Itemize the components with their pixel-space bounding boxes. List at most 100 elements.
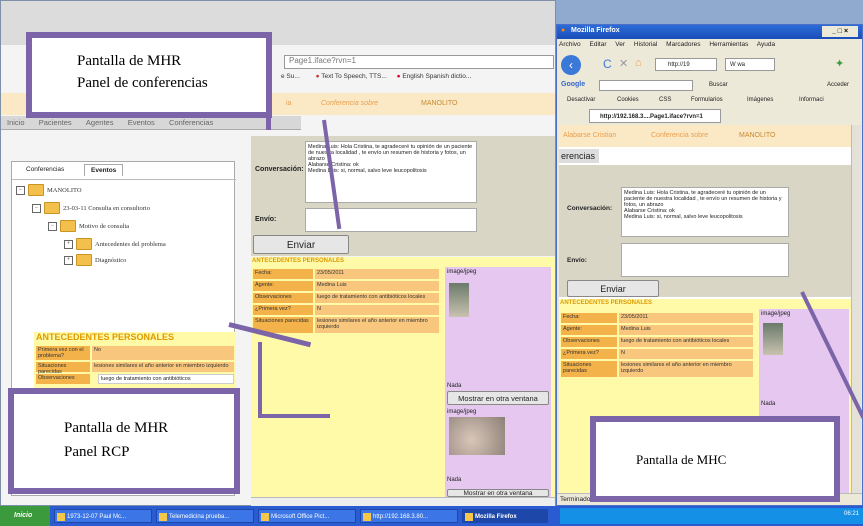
dev-desactivar[interactable]: Desactivar <box>567 97 595 103</box>
tab-pacientes[interactable]: Pacientes <box>39 118 72 127</box>
tree-node-diagnostico[interactable]: + Diagnóstico <box>64 254 126 266</box>
mhc-message-input[interactable] <box>621 243 789 277</box>
dev-imagenes[interactable]: Imágenes <box>747 97 773 103</box>
taskbar-item[interactable]: Microsoft Office Pict... <box>258 509 356 523</box>
back-icon[interactable]: ‹ <box>561 55 581 75</box>
tree-label: 23-03-11 Consulta en consultorio <box>63 204 150 212</box>
send-button[interactable]: Enviar <box>253 235 349 254</box>
image-type: image/jpeg <box>447 269 477 275</box>
mhc-send-label: Envío: <box>567 257 587 264</box>
tree-label: MANOLITO <box>47 186 82 194</box>
taskbar-item-active[interactable]: Mozilla Firefox <box>462 509 548 523</box>
bookmark-1[interactable]: e Su... <box>281 73 300 80</box>
window-controls[interactable]: _ □ × <box>822 26 858 37</box>
url-field[interactable]: http://19 <box>655 58 717 71</box>
buscar-button[interactable]: Buscar <box>709 82 728 88</box>
bookmark-3[interactable]: English Spanish dictio... <box>402 73 471 80</box>
mhc-image-type: image/jpeg <box>761 311 791 317</box>
addon-icon[interactable]: ✦ <box>835 57 844 70</box>
dev-formularios[interactable]: Formularios <box>691 97 723 103</box>
mhc-rcp-label: Observaciones <box>561 337 617 347</box>
folder-icon <box>76 254 92 266</box>
menu-marcadores[interactable]: Marcadores <box>666 41 700 48</box>
reload-icon[interactable]: C <box>603 57 612 71</box>
rcp-value: 23/05/2011 <box>315 269 439 279</box>
tree-node-consulta[interactable]: − 23-03-11 Consulta en consultorio <box>32 202 150 214</box>
search-field[interactable]: W wa <box>725 58 775 71</box>
taskbar-item[interactable]: Telemedicina prueba... <box>156 509 254 523</box>
wound-thumbnail[interactable] <box>449 283 469 317</box>
tab-conferencias[interactable]: Conferencias <box>169 118 213 127</box>
tree-node-motivo[interactable]: − Motivo de consulta <box>48 220 129 232</box>
dictionary-icon: ● <box>396 73 401 80</box>
dev-cookies[interactable]: Cookies <box>617 97 639 103</box>
address-bar[interactable]: Page1.iface?rvn=1 <box>284 55 554 69</box>
rcp-label: Fecha: <box>253 269 313 279</box>
taskbar-item[interactable]: http://192.168.3.80... <box>360 509 458 523</box>
menu-archivo[interactable]: Archivo <box>559 41 581 48</box>
firefox-navbar: ‹ C ✕ ⌂ http://19 W wa ✦ <box>559 53 862 77</box>
rcp-value: lesiones similares el año anterior en mi… <box>315 317 439 333</box>
wound-photo[interactable] <box>449 417 505 455</box>
folder-icon <box>28 184 44 196</box>
collapse-icon[interactable]: − <box>16 185 25 195</box>
start-button[interactable]: Inicio <box>0 506 50 526</box>
menu-editar[interactable]: Editar <box>590 41 607 48</box>
annotation-rcp: Pantalla de MHR Panel RCP <box>8 388 240 494</box>
annotation-line <box>266 118 271 130</box>
firefox-titlebar: ● Mozilla Firefox _ □ × <box>557 25 862 39</box>
ant-input[interactable]: luego de tratamiento con antibióticos <box>98 374 234 384</box>
app-icon <box>261 513 269 521</box>
mhc-rcp-label: ¿Primera vez? <box>561 349 617 359</box>
mhc-conversation-textarea[interactable]: Medina Luis: Hola Cristina, te agradecer… <box>621 187 789 237</box>
conversation-label: Conversación: <box>255 166 304 173</box>
expand-icon[interactable]: + <box>64 255 73 265</box>
browser-tab[interactable]: http://192.168.3....Page1.iface?rvn=1 <box>589 109 721 123</box>
tree-tab-eventos[interactable]: Eventos <box>84 164 124 176</box>
tab-inicio[interactable]: Inicio <box>7 118 25 127</box>
tab-agentes[interactable]: Agentes <box>86 118 114 127</box>
horizontal-scrollbar[interactable] <box>251 497 555 506</box>
menu-ayuda[interactable]: Ayuda <box>757 41 775 48</box>
menu-historial[interactable]: Historial <box>634 41 657 48</box>
tab-eventos[interactable]: Eventos <box>128 118 155 127</box>
webdev-toolbar: Desactivar Cookies CSS Formularios Imáge… <box>559 95 862 107</box>
search-text: wa <box>737 62 746 68</box>
rcp-value: Medina Luis <box>315 281 439 291</box>
rcp-label: Observaciones <box>253 293 313 303</box>
vertical-scrollbar[interactable] <box>851 125 861 495</box>
mhc-wound-thumbnail[interactable] <box>763 323 783 355</box>
expand-icon[interactable]: + <box>64 239 73 249</box>
google-logo: Google <box>561 81 586 88</box>
tree-node-antecedentes[interactable]: + Antecedentes del problema <box>64 238 166 250</box>
annotation-line <box>258 414 330 418</box>
stop-icon[interactable]: ✕ <box>619 57 628 70</box>
user-name: ia <box>286 100 292 107</box>
google-search-input[interactable] <box>599 80 693 91</box>
collapse-icon[interactable]: − <box>48 221 57 231</box>
ant-value: No <box>92 346 234 360</box>
rcp-label: Agente: <box>253 281 313 291</box>
bookmark-2[interactable]: Text To Speech, TTS... <box>321 73 387 80</box>
mhc-tab-conferencias[interactable]: erencias <box>559 149 599 163</box>
dev-informacion[interactable]: Informaci <box>799 97 824 103</box>
dev-css[interactable]: CSS <box>659 97 671 103</box>
show-other-window-button[interactable]: Mostrar en otra ventana <box>447 391 549 405</box>
tree-tab-conferencias[interactable]: Conferencias <box>26 166 64 173</box>
tree-node-patient[interactable]: − MANOLITO <box>16 184 82 196</box>
home-icon[interactable]: ⌂ <box>635 57 642 69</box>
tree-tabs: Conferencias Eventos <box>12 162 236 180</box>
annotation-conferencias: Pantalla de MHR Panel de conferencias <box>26 32 272 118</box>
show-other-window-button-2[interactable]: Mostrar en otra ventana <box>447 489 549 497</box>
message-input[interactable] <box>305 208 477 232</box>
mhc-send-button[interactable]: Enviar <box>567 280 659 297</box>
search-engine[interactable]: W <box>730 62 736 68</box>
ant-value: lesiones similares el año anterior en mi… <box>92 362 234 372</box>
conference-panel: Conversación: Medina Luis: Hola Cristina… <box>251 136 555 256</box>
menu-herramientas[interactable]: Herramientas <box>709 41 748 48</box>
collapse-icon[interactable]: − <box>32 203 41 213</box>
menu-ver[interactable]: Ver <box>615 41 625 48</box>
taskbar-item[interactable]: 1973-12-07 Paul Mc... <box>54 509 152 523</box>
antecedentes-block: ANTECEDENTES PERSONALES Primera vez con … <box>34 332 236 390</box>
acceder-button[interactable]: Acceder <box>827 82 849 88</box>
